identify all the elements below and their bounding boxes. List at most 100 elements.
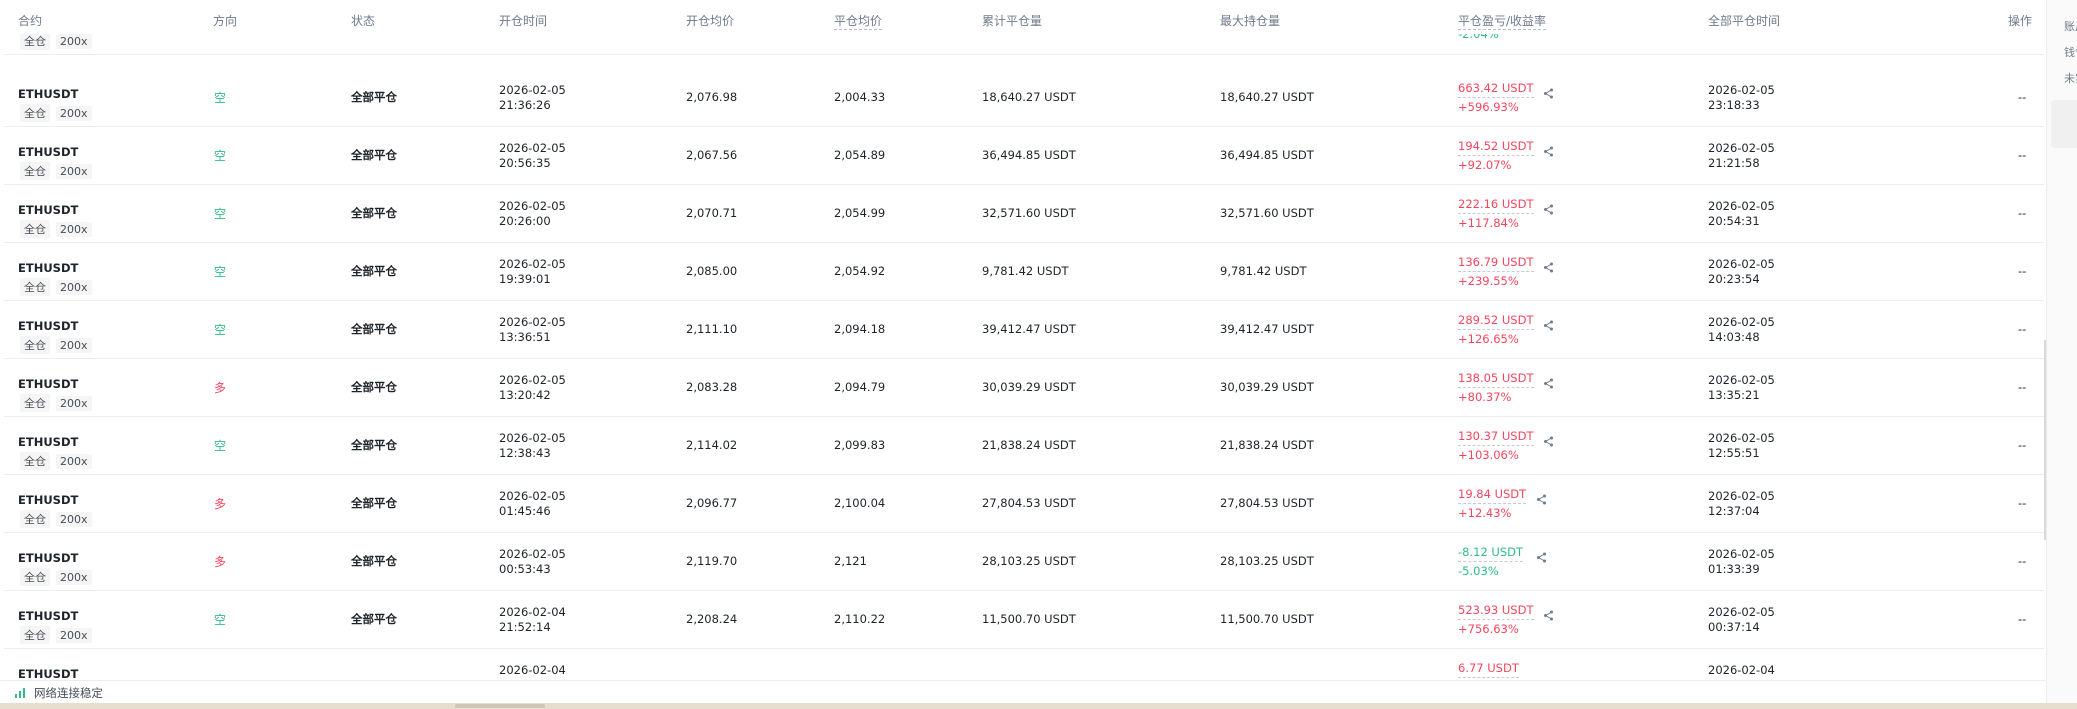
share-icon[interactable] bbox=[1543, 610, 1554, 624]
close-time: 2026-02-05 21:21:58 bbox=[1708, 141, 1775, 171]
pnl-cell[interactable]: 136.79 USDT +239.55% bbox=[1458, 253, 1534, 290]
close-date: 2026-02-05 bbox=[1708, 315, 1775, 329]
max-position-size: 32,571.60 USDT bbox=[1220, 206, 1314, 220]
network-status-text: 网络连接稳定 bbox=[34, 686, 103, 700]
open-clock: 21:36:26 bbox=[499, 98, 551, 112]
signal-bars-icon bbox=[15, 688, 25, 698]
close-avg-price: 2,054.99 bbox=[834, 206, 886, 220]
pnl-cell[interactable]: 6.77 USDT bbox=[1458, 659, 1519, 678]
row-action[interactable]: -- bbox=[2018, 322, 2026, 336]
table-row[interactable]: ETHUSDT 全仓 200x 空全部平仓 2026-02-05 20:26:00 2,07… bbox=[4, 184, 2044, 243]
side-panel-card bbox=[2051, 100, 2077, 148]
max-position-size: 39,412.47 USDT bbox=[1220, 322, 1314, 336]
open-date: 2026-02-04 bbox=[499, 605, 566, 619]
row-action[interactable]: -- bbox=[2018, 554, 2026, 568]
row-action[interactable]: -- bbox=[2018, 438, 2026, 452]
header-action: 操作 bbox=[2008, 14, 2033, 28]
pnl-cell[interactable]: 523.93 USDT +756.63% bbox=[1458, 601, 1534, 638]
status-label: 全部平仓 bbox=[351, 496, 397, 510]
close-avg-price: 2,100.04 bbox=[834, 496, 886, 510]
max-position-size: 18,640.27 USDT bbox=[1220, 90, 1314, 104]
share-icon[interactable] bbox=[1536, 494, 1547, 508]
close-date: 2026-02-05 bbox=[1708, 141, 1775, 155]
row-action[interactable]: -- bbox=[2018, 380, 2026, 394]
share-icon[interactable] bbox=[1536, 552, 1547, 566]
status-bar: 网络连接稳定 bbox=[0, 680, 2046, 703]
close-date: 2026-02-05 bbox=[1708, 199, 1775, 213]
share-icon[interactable] bbox=[1543, 262, 1554, 276]
contract-symbol[interactable]: ETHUSDT bbox=[18, 145, 78, 159]
pnl-cell[interactable]: 138.05 USDT +80.37% bbox=[1458, 369, 1534, 406]
cumulative-close-volume: 32,571.60 USDT bbox=[982, 206, 1076, 220]
row-action[interactable]: -- bbox=[2018, 496, 2026, 510]
share-icon[interactable] bbox=[1543, 88, 1554, 102]
contract-symbol[interactable]: ETHUSDT bbox=[18, 261, 78, 275]
table-row[interactable]: ETHUSDT 全仓 200x 空全部平仓 2026-02-05 19:39:01 2,08… bbox=[4, 242, 2044, 301]
open-avg-price: 2,208.24 bbox=[686, 612, 738, 626]
pnl-cell[interactable]: 194.52 USDT +92.07% bbox=[1458, 137, 1534, 174]
open-time: 2026-02-05 01:45:46 bbox=[499, 489, 566, 519]
table-row[interactable]: ETHUSDT 全仓 200x 多全部平仓 2026-02-05 13:20:42 2,08… bbox=[4, 358, 2044, 417]
margin-mode-tag: 全仓 bbox=[20, 452, 50, 470]
header-pnl[interactable]: 平仓盈亏/收益率 bbox=[1458, 12, 1547, 30]
pnl-cell[interactable]: 19.84 USDT +12.43% bbox=[1458, 485, 1527, 522]
contract-symbol[interactable]: ETHUSDT bbox=[18, 435, 78, 449]
table-row[interactable]: ETHUSDT 全仓 200x 空全部平仓 2026-02-05 21:36:26 2,07… bbox=[4, 68, 2044, 127]
pnl-cell[interactable]: 222.16 USDT +117.84% bbox=[1458, 195, 1534, 232]
position-history-table: 全仓200x空全部平仓23:59:301,976.591,975.0121,40… bbox=[0, 0, 2046, 680]
pnl-amount: 663.42 USDT bbox=[1458, 79, 1534, 98]
close-date: 2026-02-04 bbox=[1708, 663, 1775, 677]
table-row[interactable]: ETHUSDT 全仓 200x 空全部平仓 2026-02-05 12:38:43 2,11… bbox=[4, 416, 2044, 475]
pnl-cell[interactable]: 663.42 USDT +596.93% bbox=[1458, 79, 1534, 116]
cumulative-close-volume: 21,838.24 USDT bbox=[982, 438, 1076, 452]
close-avg-price: 2,054.92 bbox=[834, 264, 886, 278]
open-avg-price: 2,119.70 bbox=[686, 554, 738, 568]
row-action[interactable]: -- bbox=[2018, 148, 2026, 162]
table-row[interactable]: ETHUSDT 全仓 200x 空 全部平仓 2026-02-04 21:52:14 2,20… bbox=[4, 590, 2044, 649]
contract-symbol[interactable]: ETHUSDT bbox=[18, 551, 78, 565]
open-clock: 20:56:35 bbox=[499, 156, 551, 170]
share-icon[interactable] bbox=[1543, 204, 1554, 218]
contract-symbol[interactable]: ETHUSDT bbox=[18, 667, 78, 680]
pnl-rate: +596.93% bbox=[1458, 100, 1519, 114]
open-date: 2026-02-05 bbox=[499, 141, 566, 155]
table-row[interactable]: ETHUSDT 2026-02-04 6.77 USDT 2026-02-04 bbox=[4, 648, 2044, 680]
open-clock: 19:39:01 bbox=[499, 272, 551, 286]
contract-symbol[interactable]: ETHUSDT bbox=[18, 319, 78, 333]
table-row[interactable]: ETHUSDT 全仓 200x 空全部平仓 2026-02-05 13:36:51 2,11… bbox=[4, 300, 2044, 359]
row-action[interactable]: -- bbox=[2018, 264, 2026, 278]
share-icon[interactable] bbox=[1543, 146, 1554, 160]
close-clock: 20:54:31 bbox=[1708, 214, 1760, 228]
row-action[interactable]: -- bbox=[2018, 206, 2026, 220]
contract-symbol[interactable]: ETHUSDT bbox=[18, 493, 78, 507]
taskbar-item[interactable] bbox=[455, 704, 545, 708]
header-close-avg[interactable]: 平仓均价 bbox=[834, 12, 883, 30]
table-row[interactable]: ETHUSDT 全仓 200x 空全部平仓 2026-02-05 20:56:35 2,06… bbox=[4, 126, 2044, 185]
header-close-time[interactable]: 全部平仓时间 bbox=[1708, 12, 1780, 29]
open-time: 2026-02-05 20:26:00 bbox=[499, 199, 566, 229]
table-row[interactable]: ETHUSDT 全仓 200x 多全部平仓 2026-02-05 01:45:46 2,09… bbox=[4, 474, 2044, 533]
share-icon[interactable] bbox=[1543, 436, 1554, 450]
close-avg-price: 2,094.18 bbox=[834, 322, 886, 336]
pnl-cell[interactable]: -8.12 USDT -5.03% bbox=[1458, 543, 1524, 580]
max-position-size: 9,781.42 USDT bbox=[1220, 264, 1307, 278]
table-row[interactable]: ETHUSDT 全仓 200x 多全部平仓 2026-02-05 00:53:43 2,11… bbox=[4, 532, 2044, 591]
contract-symbol[interactable]: ETHUSDT bbox=[18, 377, 78, 391]
contract-symbol[interactable]: ETHUSDT bbox=[18, 87, 78, 101]
table-header: 合约 方向 状态 开仓时间 开仓均价 平仓均价 累计平仓量 最大持仓量 平仓盈亏… bbox=[0, 8, 2040, 34]
header-open-time[interactable]: 开仓时间 bbox=[499, 12, 547, 29]
status-label: 全部平仓 bbox=[351, 612, 397, 626]
row-action[interactable]: -- bbox=[2018, 90, 2026, 104]
pnl-cell[interactable]: 130.37 USDT +103.06% bbox=[1458, 427, 1534, 464]
pnl-amount: 6.77 USDT bbox=[1458, 659, 1519, 678]
close-clock: 21:21:58 bbox=[1708, 156, 1760, 170]
row-action[interactable]: -- bbox=[2018, 612, 2026, 626]
contract-symbol[interactable]: ETHUSDT bbox=[18, 609, 78, 623]
pnl-cell[interactable]: 289.52 USDT +126.65% bbox=[1458, 311, 1534, 348]
open-date: 2026-02-05 bbox=[499, 547, 566, 561]
contract-symbol[interactable]: ETHUSDT bbox=[18, 203, 78, 217]
contract-tags: 全仓 200x bbox=[20, 510, 98, 528]
share-icon[interactable] bbox=[1543, 320, 1554, 334]
close-avg-price: 2,110.22 bbox=[834, 612, 886, 626]
share-icon[interactable] bbox=[1543, 378, 1554, 392]
